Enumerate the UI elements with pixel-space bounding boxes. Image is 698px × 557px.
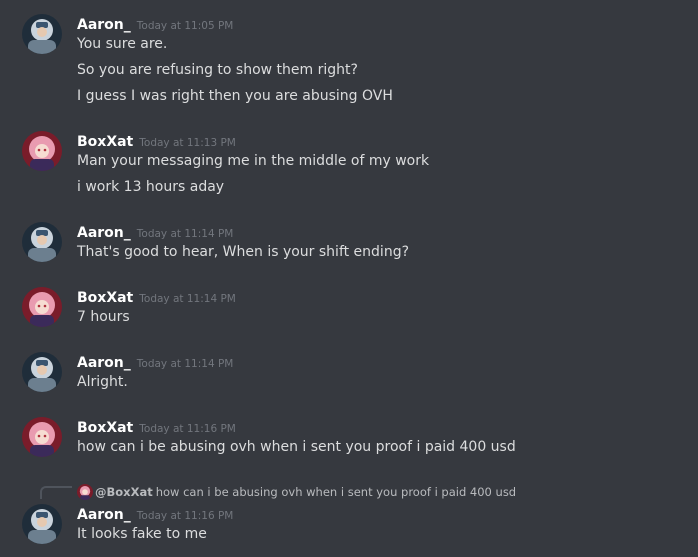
- username[interactable]: BoxXat: [77, 290, 133, 306]
- message-header: BoxXat Today at 11:14 PM: [77, 287, 236, 306]
- chat-message-list: Aaron_ Today at 11:05 PM You sure are. So…: [0, 0, 698, 557]
- username[interactable]: Aaron_: [77, 507, 131, 523]
- reply-connector-line: [40, 486, 72, 499]
- message-header: Aaron_ Today at 11:14 PM: [77, 352, 234, 371]
- message-text: That's good to hear, When is your shift …: [77, 244, 410, 260]
- message-header: BoxXat Today at 11:13 PM: [77, 131, 236, 150]
- timestamp: Today at 11:14 PM: [136, 228, 234, 240]
- message-text: i work 13 hours aday: [77, 179, 225, 195]
- aaron-avatar[interactable]: [22, 352, 62, 392]
- message-text: Man your messaging me in the middle of m…: [77, 153, 430, 169]
- reply-preview-text: how can i be abusing ovh when i sent you…: [155, 484, 517, 499]
- message-text: how can i be abusing ovh when i sent you…: [77, 439, 516, 455]
- username[interactable]: BoxXat: [77, 420, 133, 436]
- message-text: It looks fake to me: [77, 526, 207, 542]
- message-text: You sure are.: [77, 36, 168, 52]
- timestamp: Today at 11:13 PM: [139, 137, 236, 149]
- message-header: Aaron_ Today at 11:05 PM: [77, 14, 234, 33]
- boxxat-avatar[interactable]: [22, 131, 62, 171]
- message-header: BoxXat Today at 11:16 PM: [77, 417, 236, 436]
- aaron-avatar[interactable]: [22, 222, 62, 262]
- boxxat-avatar[interactable]: [22, 287, 62, 327]
- message-text: 7 hours: [77, 309, 130, 325]
- message-text: I guess I was right then you are abusing…: [77, 88, 393, 104]
- timestamp: Today at 11:16 PM: [139, 423, 236, 435]
- message-header: Aaron_ Today at 11:14 PM: [77, 222, 234, 241]
- timestamp: Today at 11:14 PM: [136, 358, 234, 370]
- boxxat-avatar[interactable]: [22, 417, 62, 457]
- username[interactable]: Aaron_: [77, 225, 131, 241]
- boxxat-reply-avatar: [77, 483, 93, 500]
- message-header: Aaron_ Today at 11:16 PM: [77, 504, 234, 523]
- aaron-avatar[interactable]: [22, 504, 62, 544]
- username[interactable]: BoxXat: [77, 134, 133, 150]
- reply-mention[interactable]: @BoxXat: [95, 485, 153, 499]
- username[interactable]: Aaron_: [77, 17, 131, 33]
- message-text: Alright.: [77, 374, 128, 390]
- reply-reference[interactable]: @BoxXat how can i be abusing ovh when i s…: [77, 481, 517, 500]
- timestamp: Today at 11:16 PM: [136, 510, 234, 522]
- message-text: So you are refusing to show them right?: [77, 62, 358, 78]
- timestamp: Today at 11:05 PM: [136, 20, 234, 32]
- aaron-avatar[interactable]: [22, 14, 62, 54]
- username[interactable]: Aaron_: [77, 355, 131, 371]
- timestamp: Today at 11:14 PM: [139, 293, 236, 305]
